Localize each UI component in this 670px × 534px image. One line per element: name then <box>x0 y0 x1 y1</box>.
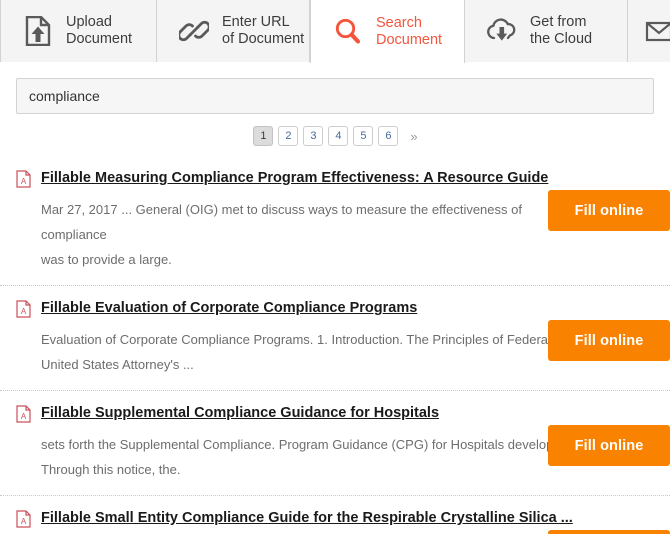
result-header: A Fillable Small Entity Compliance Guide… <box>16 509 654 528</box>
svg-text:A: A <box>21 307 27 316</box>
pdf-file-icon: A <box>16 300 31 318</box>
result-snippet: Mar 27, 2017 ... General (OIG) met to di… <box>41 202 522 267</box>
search-input[interactable] <box>16 78 654 114</box>
page-button-2[interactable]: 2 <box>278 126 299 146</box>
page-next-more-icon[interactable]: » <box>410 130 417 143</box>
search-icon <box>331 14 365 50</box>
tab-search-document[interactable]: Search Document <box>310 0 465 64</box>
tab-search-label: Search Document <box>376 14 443 48</box>
search-results-list: A Fillable Measuring Compliance Program … <box>0 156 670 534</box>
tab-enter-url[interactable]: Enter URL of Document <box>157 0 310 62</box>
source-tab-bar: Upload Document Enter URL of Document Sear… <box>0 0 670 64</box>
envelope-icon <box>642 13 670 49</box>
pagination: 1 2 3 4 5 6 » <box>0 114 670 156</box>
result-header: A Fillable Evaluation of Corporate Compl… <box>16 299 654 318</box>
result-title-link[interactable]: Fillable Small Entity Compliance Guide f… <box>41 509 573 527</box>
result-title-link[interactable]: Fillable Evaluation of Corporate Complia… <box>41 299 417 317</box>
result-title-link[interactable]: Fillable Measuring Compliance Program Ef… <box>41 169 548 187</box>
result-header: A Fillable Measuring Compliance Program … <box>16 169 654 188</box>
fill-online-button[interactable]: Fill online <box>548 320 670 361</box>
tab-email-document[interactable] <box>628 0 670 62</box>
tab-upload-document[interactable]: Upload Document <box>0 0 157 62</box>
document-upload-icon <box>21 13 55 49</box>
tab-cloud-label: Get from the Cloud <box>530 14 593 47</box>
search-result-item: A Fillable Small Entity Compliance Guide… <box>0 495 670 534</box>
search-result-item: A Fillable Measuring Compliance Program … <box>0 156 670 285</box>
search-result-item: A Fillable Evaluation of Corporate Compl… <box>0 285 670 390</box>
result-title-link[interactable]: Fillable Supplemental Compliance Guidanc… <box>41 404 439 422</box>
result-snippet: sets forth the Supplemental Compliance. … <box>41 437 568 477</box>
cloud-download-icon <box>485 13 519 49</box>
fill-online-button[interactable]: Fill online <box>548 425 670 466</box>
pdf-file-icon: A <box>16 510 31 528</box>
page-button-1[interactable]: 1 <box>253 126 274 146</box>
pdf-file-icon: A <box>16 170 31 188</box>
tab-get-from-cloud[interactable]: Get from the Cloud <box>465 0 628 62</box>
page-button-6[interactable]: 6 <box>378 126 399 146</box>
fill-online-button[interactable]: Fill online <box>548 190 670 231</box>
pdf-file-icon: A <box>16 405 31 423</box>
svg-text:A: A <box>21 412 27 421</box>
search-field-container <box>0 62 670 114</box>
result-snippet: Evaluation of Corporate Compliance Progr… <box>41 332 575 372</box>
search-result-item: A Fillable Supplemental Compliance Guida… <box>0 390 670 495</box>
fill-online-button[interactable]: Fill online <box>548 530 670 534</box>
svg-text:A: A <box>21 517 27 526</box>
link-chain-icon <box>177 13 211 49</box>
tab-upload-label: Upload Document <box>66 14 133 47</box>
result-header: A Fillable Supplemental Compliance Guida… <box>16 404 654 423</box>
page-button-5[interactable]: 5 <box>353 126 374 146</box>
page-button-3[interactable]: 3 <box>303 126 324 146</box>
svg-text:A: A <box>21 177 27 186</box>
page-button-4[interactable]: 4 <box>328 126 349 146</box>
